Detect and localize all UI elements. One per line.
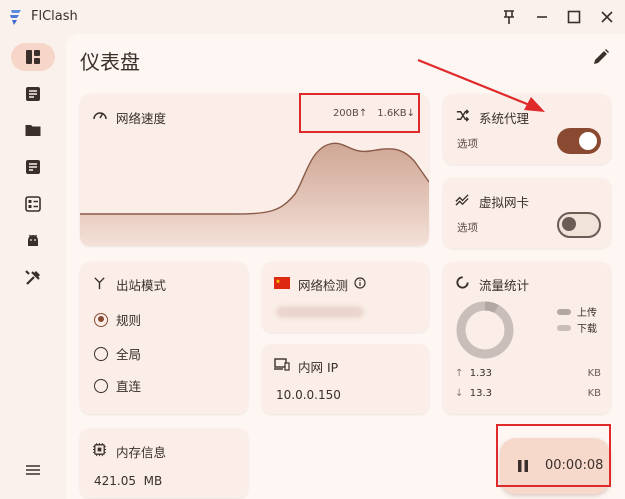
shuffle-icon: [456, 109, 470, 122]
upload-unit: KB: [587, 368, 601, 379]
android-icon: [28, 234, 38, 246]
sidebar: [0, 34, 66, 499]
checklist-icon: [25, 196, 41, 212]
china-flag-icon: [274, 277, 290, 289]
network-check-title: 网络检测: [298, 278, 349, 293]
info-icon[interactable]: [354, 277, 366, 289]
up-arrow-icon: ↑: [455, 368, 464, 379]
legend-download: 下载: [557, 320, 597, 335]
upload-total-row: ↑ 1.33 KB: [455, 368, 601, 379]
network-check-card[interactable]: 网络检测: [262, 262, 429, 332]
virtual-nic-toggle[interactable]: [557, 212, 601, 238]
dashboard-icon: [26, 50, 40, 64]
pin-button[interactable]: [494, 4, 524, 30]
devices-icon: [274, 358, 290, 371]
option-label: 规则: [116, 313, 142, 328]
pencil-icon: [594, 49, 609, 64]
sidebar-item-dashboard[interactable]: [11, 43, 55, 71]
sidebar-item-resources[interactable]: [11, 227, 55, 255]
system-proxy-card[interactable]: 系统代理 选项: [443, 94, 611, 164]
download-unit: KB: [587, 388, 601, 399]
pin-icon: [504, 10, 514, 24]
option-label: 全局: [116, 347, 142, 362]
highlight-box-speed: [299, 93, 420, 133]
traffic-stats-title: 流量统计: [479, 278, 530, 293]
maximize-button[interactable]: [559, 4, 589, 30]
minimize-icon: [537, 16, 547, 18]
sidebar-item-connections[interactable]: [11, 190, 55, 218]
flclash-logo-icon: [10, 10, 21, 25]
page-title: 仪表盘: [80, 50, 140, 74]
system-proxy-toggle[interactable]: [557, 128, 601, 154]
outbound-mode-title: 出站模式: [116, 278, 167, 293]
system-proxy-title: 系统代理: [479, 111, 530, 126]
memory-info-value: 421.05 MB: [94, 474, 163, 488]
legend-swatch: [557, 308, 571, 315]
down-arrow-icon: ↓: [455, 388, 464, 399]
upload-total: 1.33: [469, 368, 493, 379]
hamburger-menu-icon: [26, 465, 40, 475]
outbound-option-global[interactable]: 全局: [94, 344, 141, 363]
close-button[interactable]: [592, 4, 622, 30]
menu-button[interactable]: [11, 456, 55, 484]
download-total-row: ↓ 13.3 KB: [455, 388, 601, 399]
blurred-ip-info: [276, 306, 364, 318]
legend-upload: 上传: [557, 304, 597, 319]
memory-chip-icon: [92, 442, 107, 457]
radio-button[interactable]: [94, 378, 108, 393]
maximize-icon: [567, 10, 581, 24]
intranet-ip-title: 内网 IP: [298, 360, 339, 375]
radio-button[interactable]: [94, 312, 108, 327]
virtual-nic-title: 虚拟网卡: [479, 195, 530, 210]
tools-icon: [25, 270, 40, 285]
outbound-option-rule[interactable]: 规则: [94, 310, 141, 329]
title-bar: FlClash: [0, 0, 625, 34]
radio-button[interactable]: [94, 346, 108, 361]
minimize-button[interactable]: [527, 4, 557, 30]
sidebar-item-profiles[interactable]: [11, 116, 55, 144]
option-label: 直连: [116, 379, 142, 394]
intranet-ip-value: 10.0.0.150: [276, 388, 341, 402]
outbound-option-direct[interactable]: 直连: [94, 376, 141, 395]
legend-swatch: [557, 324, 571, 331]
memory-info-card: 内存信息 421.05 MB: [80, 428, 248, 498]
legend-label: 下载: [577, 324, 597, 335]
edit-button[interactable]: [590, 46, 612, 68]
app-name: FlClash: [31, 9, 78, 24]
system-proxy-subtitle: 选项: [457, 138, 478, 150]
zigzag-network-icon: [455, 194, 469, 206]
highlight-box-timer: [496, 424, 611, 487]
note-list-icon: [26, 160, 40, 174]
memory-info-title: 内存信息: [116, 445, 167, 460]
article-icon: [26, 87, 40, 101]
legend-label: 上传: [577, 308, 597, 319]
sidebar-item-tools[interactable]: [11, 264, 55, 292]
toggle-knob: [562, 217, 576, 231]
folder-icon: [25, 125, 41, 136]
virtual-nic-subtitle: 选项: [457, 222, 478, 234]
traffic-stats-card: 流量统计 上传 下载 ↑ 1.33 KB ↓ 13.3 KB: [443, 262, 611, 414]
intranet-ip-card: 内网 IP 10.0.0.150: [262, 344, 429, 414]
sidebar-item-requests[interactable]: [11, 153, 55, 181]
close-icon: [601, 11, 613, 23]
outbound-mode-card: 出站模式 规则 全局 直连: [80, 262, 248, 414]
virtual-nic-card[interactable]: 虚拟网卡 选项: [443, 178, 611, 248]
donut-chart-icon: [456, 276, 469, 289]
fork-route-icon: [94, 277, 105, 290]
sidebar-item-proxies[interactable]: [11, 80, 55, 108]
traffic-donut-chart: [456, 301, 514, 359]
toggle-knob: [579, 132, 597, 150]
download-total: 13.3: [469, 388, 493, 399]
